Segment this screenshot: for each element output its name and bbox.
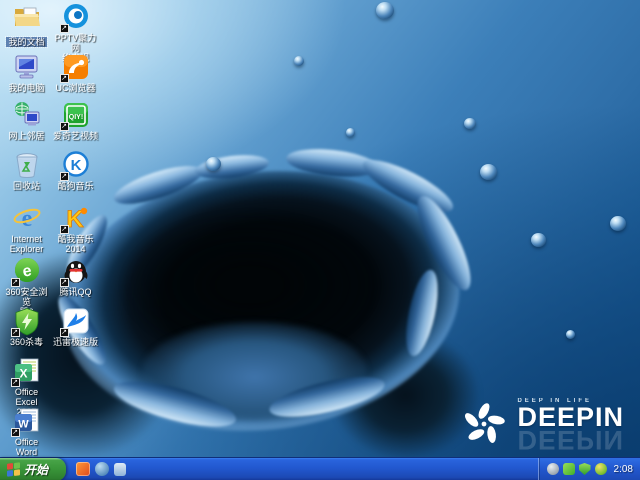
brand-tagline: DEEP IN LIFE xyxy=(517,398,593,404)
desktop-icon-my-documents[interactable]: 我的文档 xyxy=(3,2,50,50)
shortcut-arrow-icon: ↗ xyxy=(59,74,69,83)
kuwo-music-icon: K ↗ xyxy=(59,203,91,234)
desktop-icon-network-places[interactable]: 网上邻居 xyxy=(3,100,50,141)
icon-label: 酷我音乐 2014 xyxy=(57,234,94,254)
icon-label: 我的电脑 xyxy=(8,83,45,93)
taskbar: 开始 2:08 xyxy=(0,457,640,480)
qq-penguin-icon: ↗ xyxy=(59,256,91,287)
system-tray: 2:08 xyxy=(537,457,640,480)
quick-launch-app-icon[interactable] xyxy=(76,462,90,476)
desktop-icon-iqiyi[interactable]: QIY! ↗ 爱奇艺视频 xyxy=(52,100,99,141)
tray-360-orb-icon[interactable] xyxy=(594,463,607,475)
quick-launch-ie-icon[interactable] xyxy=(95,462,109,476)
shortcut-arrow-icon: ↗ xyxy=(59,172,69,181)
shortcut-arrow-icon: ↗ xyxy=(59,24,69,33)
water-droplet xyxy=(480,164,497,180)
deepin-swirl-icon xyxy=(465,403,506,443)
desktop-icon-my-computer[interactable]: 我的电脑 xyxy=(3,52,50,93)
network-places-icon xyxy=(12,100,42,130)
water-droplet xyxy=(206,157,221,171)
water-droplet xyxy=(346,128,355,137)
uc-browser-icon: ↗ xyxy=(59,52,91,83)
taskbar-clock[interactable]: 2:08 xyxy=(614,464,633,475)
shortcut-arrow-icon: ↗ xyxy=(59,122,69,131)
shortcut-arrow-icon: ↗ xyxy=(10,278,20,287)
word-icon: W ↗ xyxy=(10,406,42,437)
desktop-icon-internet-explorer[interactable]: e Internet Explorer xyxy=(3,203,50,254)
water-droplet xyxy=(566,330,575,339)
deepin-logo: DEEP IN LIFE DEEPIN DEEPIN xyxy=(461,398,624,455)
desktop-icon-qq[interactable]: ↗ 腾讯QQ xyxy=(52,256,99,297)
quick-launch-show-desktop-icon[interactable] xyxy=(114,462,126,476)
360-antivirus-shield-icon: ↗ xyxy=(10,306,42,337)
tray-network-icon[interactable] xyxy=(562,463,575,475)
windows-flag-icon xyxy=(7,461,20,477)
desktop-icon-xunlei[interactable]: ↗ 迅雷极速版 xyxy=(52,306,99,347)
start-button-label: 开始 xyxy=(24,462,49,477)
water-droplet xyxy=(294,56,304,66)
water-droplet xyxy=(464,118,476,129)
icon-label: UC浏览器 xyxy=(55,83,96,93)
desktop-icon-kugou[interactable]: K ↗ 酷狗音乐 xyxy=(52,150,99,191)
shortcut-arrow-icon: ↗ xyxy=(59,278,69,287)
icon-label: 酷狗音乐 xyxy=(57,181,94,191)
360-browser-icon: e ↗ xyxy=(10,256,42,287)
water-droplet xyxy=(610,216,626,231)
icon-label: 回收站 xyxy=(12,181,40,191)
icon-label: 迅雷极速版 xyxy=(52,337,98,347)
icon-label: 我的文档 xyxy=(5,36,48,48)
xunlei-bird-icon: ↗ xyxy=(59,306,91,337)
kugou-music-icon: K ↗ xyxy=(59,150,91,181)
svg-text:K: K xyxy=(70,157,81,174)
icon-label: 360杀毒 xyxy=(9,337,44,347)
brand-reflection: DEEPIN xyxy=(517,425,624,455)
shortcut-arrow-icon: ↗ xyxy=(10,378,20,387)
icon-label: Internet Explorer xyxy=(9,234,44,254)
shortcut-arrow-icon: ↗ xyxy=(10,328,20,337)
tray-device-icon[interactable] xyxy=(546,463,559,475)
desktop-icon-kuwo[interactable]: K ↗ 酷我音乐 2014 xyxy=(52,203,99,254)
shortcut-arrow-icon: ↗ xyxy=(59,328,69,337)
internet-explorer-icon: e xyxy=(12,203,42,233)
excel-icon: X ↗ xyxy=(10,356,42,387)
svg-text:X: X xyxy=(19,367,27,381)
pptv-icon: ↗ xyxy=(59,2,91,33)
icon-label: 爱奇艺视频 xyxy=(52,131,98,141)
water-droplet xyxy=(376,2,394,19)
desktop-screen: DEEP IN LIFE DEEPIN DEEPIN 我的文档 ↗ PPTV聚力… xyxy=(0,0,640,480)
water-droplet xyxy=(531,233,546,247)
my-computer-icon xyxy=(12,52,42,82)
desktop-icon-360-antivirus[interactable]: ↗ 360杀毒 xyxy=(3,306,50,347)
my-documents-icon xyxy=(12,2,42,32)
tray-360-shield-icon[interactable] xyxy=(578,463,591,475)
quick-launch-bar xyxy=(76,462,126,476)
icon-label: 腾讯QQ xyxy=(59,287,92,297)
recycle-bin-icon xyxy=(12,150,42,180)
shortcut-arrow-icon: ↗ xyxy=(10,428,20,437)
desktop-icon-recycle-bin[interactable]: 回收站 xyxy=(3,150,50,191)
start-button[interactable]: 开始 xyxy=(0,457,66,480)
icon-label: 网上邻居 xyxy=(8,131,45,141)
shortcut-arrow-icon: ↗ xyxy=(59,225,69,234)
svg-text:QIY!: QIY! xyxy=(68,114,82,121)
desktop-icon-uc-browser[interactable]: ↗ UC浏览器 xyxy=(52,52,99,93)
iqiyi-icon: QIY! ↗ xyxy=(59,100,91,131)
